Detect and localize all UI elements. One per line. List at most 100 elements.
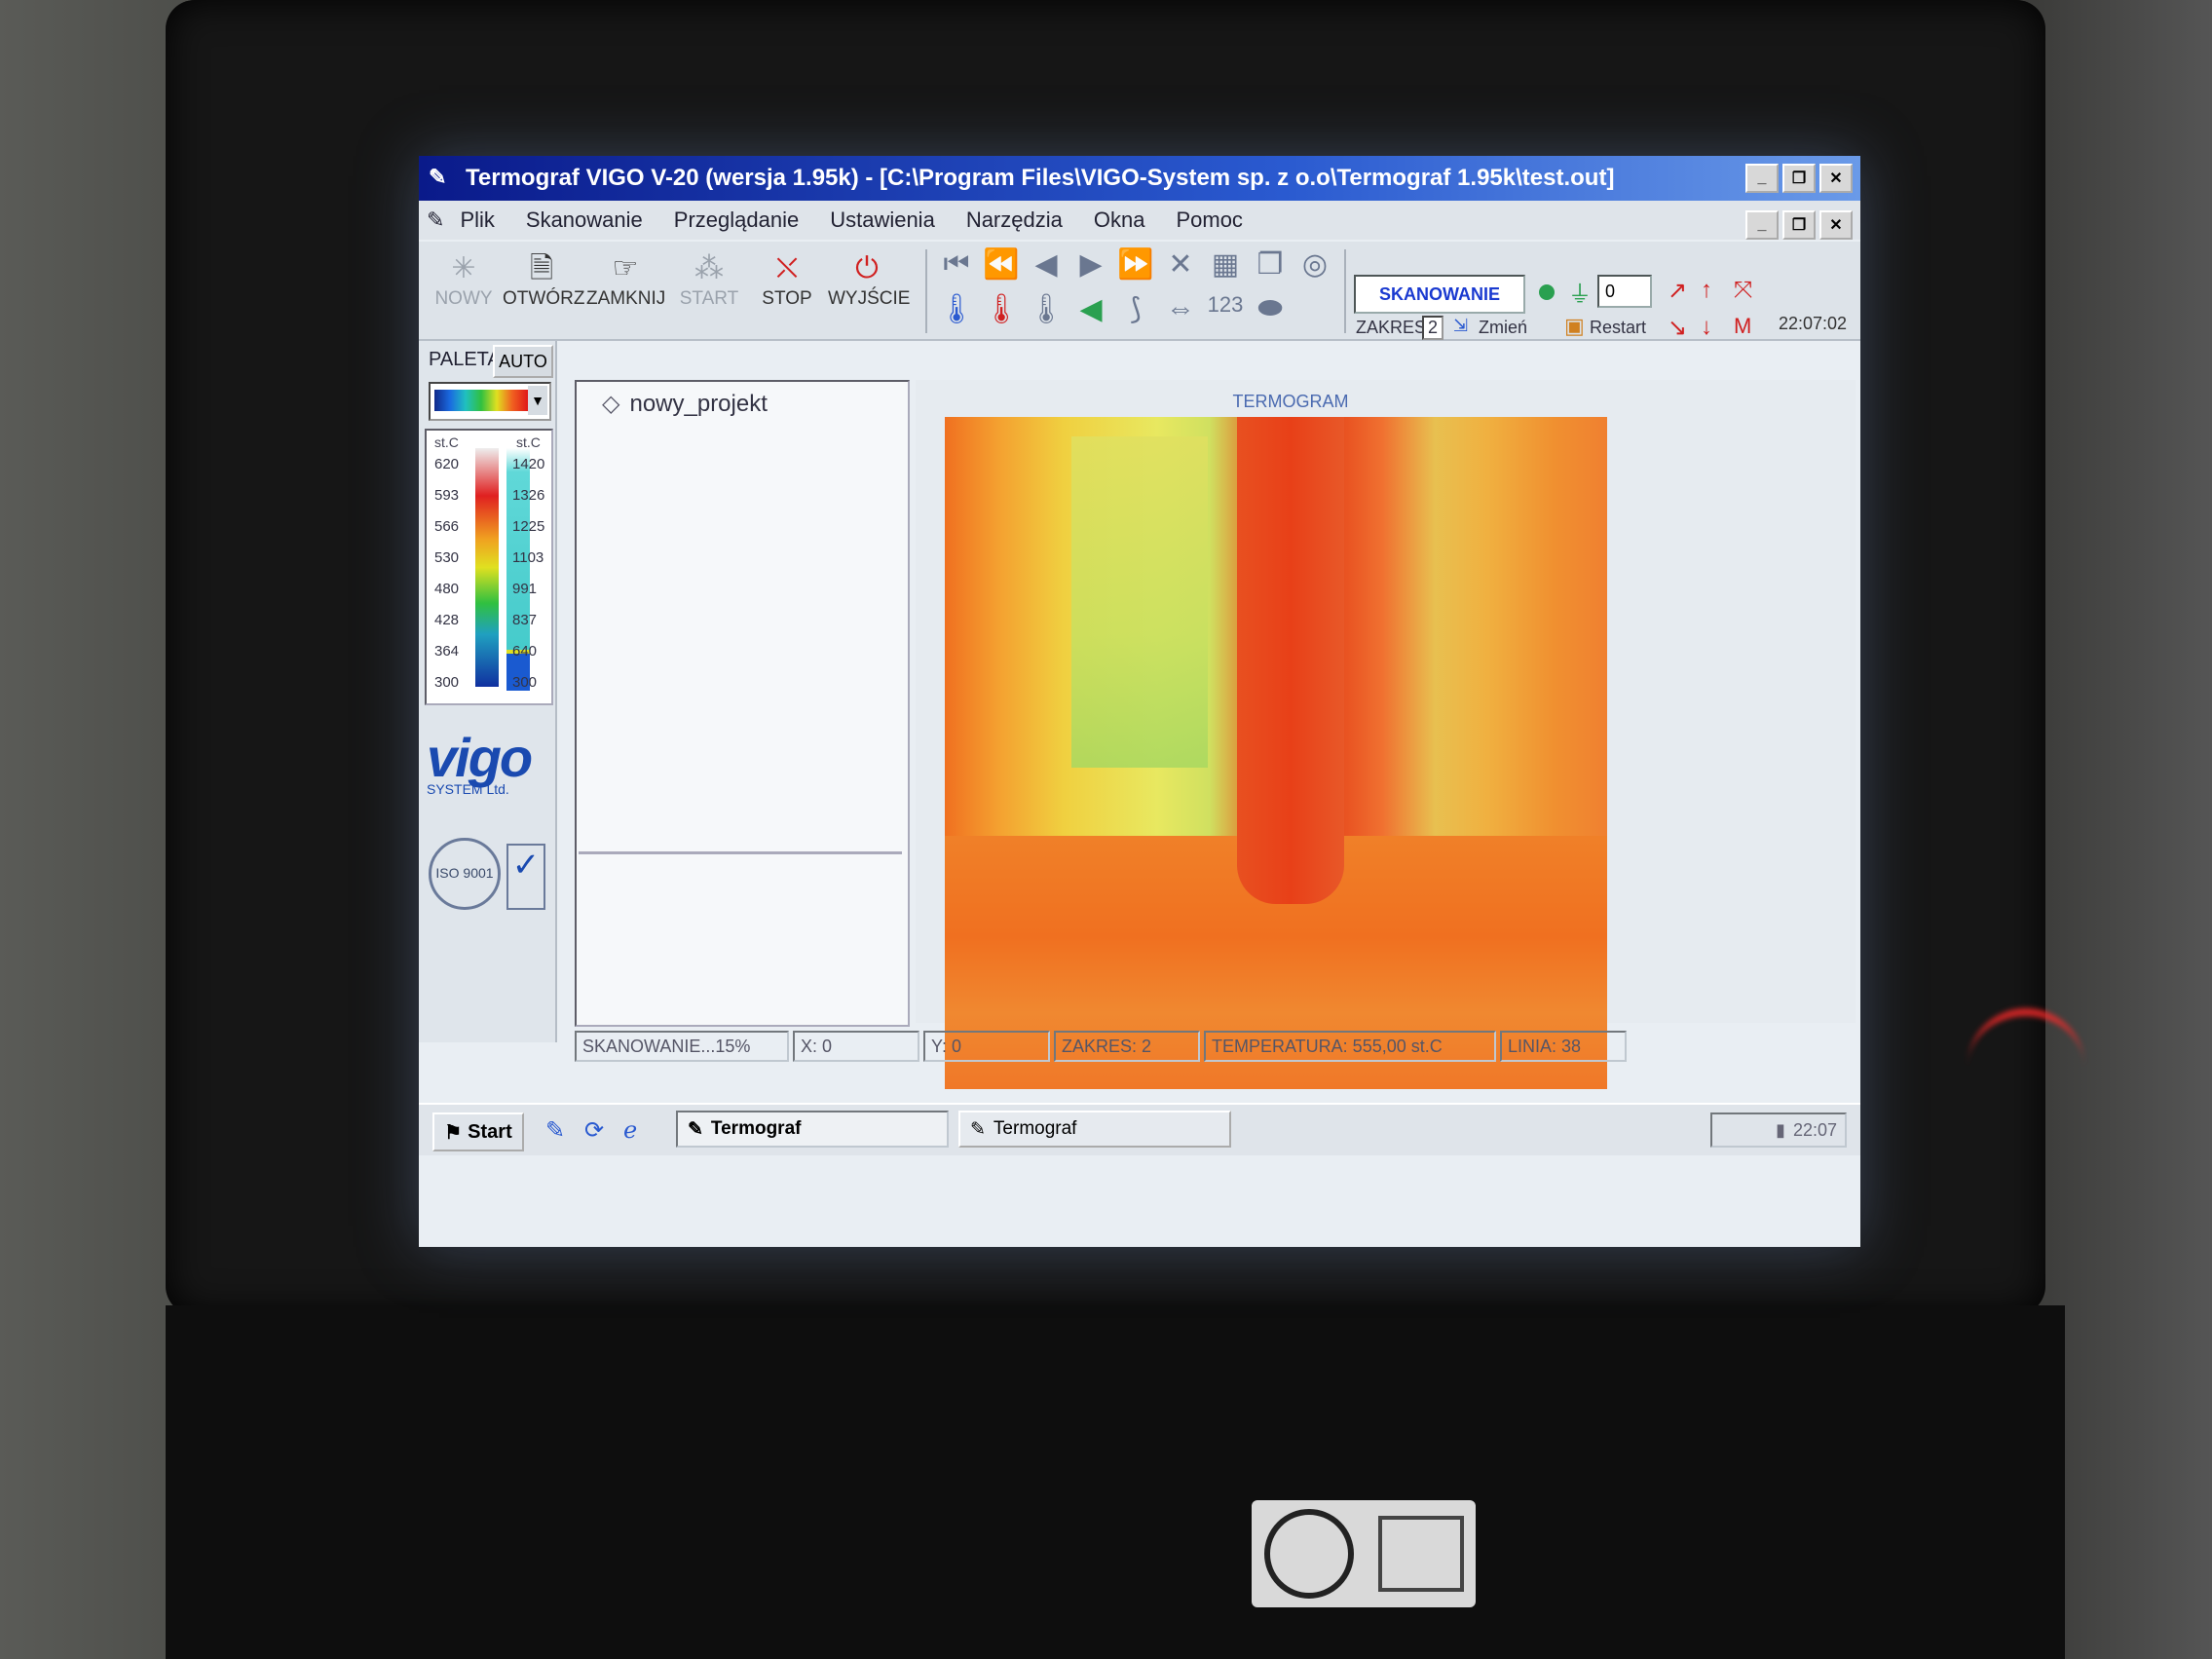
prev-icon[interactable]: ◀ [1025, 247, 1068, 282]
child-restore-button[interactable]: ❐ [1782, 210, 1816, 240]
temp-up-icon[interactable]: 🌡 [980, 292, 1023, 326]
laptop-sticker [1252, 1500, 1476, 1607]
menu-pomoc[interactable]: Pomoc [1176, 207, 1242, 233]
stop-button[interactable]: ⛌ STOP [748, 249, 826, 310]
zakres-label: ZAKRES [1356, 318, 1427, 337]
child-minimize-button[interactable]: _ [1745, 210, 1779, 240]
channels-icon[interactable]: ⟳ [584, 1116, 604, 1145]
menu-plik[interactable]: Plik [460, 207, 494, 233]
restart-button[interactable]: Restart [1590, 318, 1646, 338]
sticker-logo-icon [1263, 1509, 1354, 1599]
arrow-left-green-icon[interactable]: ◀ [1069, 292, 1112, 326]
toolbar-separator [1344, 249, 1346, 333]
title-bar[interactable]: ✎ Termograf VIGO V-20 (wersja 1.95k) - [… [419, 156, 1860, 201]
thermogram-image[interactable] [945, 417, 1607, 1089]
scale-unit-left: st.C [434, 434, 459, 450]
scan-status-box: SKANOWANIE [1354, 275, 1525, 314]
marker-m-icon[interactable]: M [1734, 314, 1751, 339]
project-tree: ◇ nowy_projekt [575, 380, 910, 1027]
child-close-button[interactable]: ✕ [1819, 210, 1853, 240]
maximize-button[interactable]: ❐ [1782, 164, 1816, 193]
zakres-value[interactable]: 2 [1422, 316, 1444, 340]
status-y: Y: 0 [923, 1031, 1050, 1062]
scale-left-value: 593 [434, 487, 460, 504]
close-file-button[interactable]: ☞ ZAMKNIJ [586, 249, 665, 310]
minimize-button[interactable]: _ [1745, 164, 1779, 193]
change-range-button[interactable]: Zmień [1479, 318, 1527, 338]
delete-icon[interactable]: ✕ [1159, 247, 1202, 282]
start-scan-label: START [679, 288, 739, 309]
task-termograf-2[interactable]: ✎ Termograf [958, 1111, 1231, 1148]
rewind-icon[interactable]: ⏪ [980, 247, 1023, 282]
first-frame-icon[interactable]: ⏮ [935, 247, 978, 281]
camera-icon[interactable]: ⬬ [1249, 292, 1292, 325]
temp-down-icon[interactable]: 🌡 [935, 292, 978, 326]
temp-range-icon[interactable]: 🌡 [1025, 292, 1068, 326]
project-icon: ◇ [602, 391, 620, 417]
ie-icon[interactable]: ℯ [623, 1116, 637, 1145]
new-button[interactable]: ✳ NOWY [425, 249, 503, 310]
tray-icon[interactable]: ▮ [1776, 1120, 1785, 1141]
copy-icon[interactable]: ❐ [1249, 247, 1292, 282]
stop-label: STOP [762, 288, 812, 309]
close-button[interactable]: ✕ [1819, 164, 1853, 193]
open-button[interactable]: 🗎 OTWÓRZ [503, 249, 584, 310]
arrow-down-icon[interactable]: ↓ [1701, 314, 1712, 341]
menu-przegladanie[interactable]: Przeglądanie [674, 207, 799, 233]
grid-icon[interactable]: ▦ [1204, 247, 1247, 282]
profile-icon[interactable]: ⟆ [1114, 292, 1157, 326]
numbers-icon[interactable]: 123 [1204, 292, 1247, 318]
arrow-up-icon[interactable]: ↑ [1701, 277, 1712, 304]
menu-okna[interactable]: Okna [1094, 207, 1145, 233]
document-icon[interactable]: ✎ [427, 207, 444, 233]
resize-icon[interactable]: ⇔ [1159, 292, 1202, 325]
scale-right-value: 1103 [512, 549, 544, 566]
menu-narzedzia[interactable]: Narzędzia [966, 207, 1063, 233]
status-zakres: ZAKRES: 2 [1054, 1031, 1200, 1062]
restart-icon: ▣ [1564, 314, 1585, 338]
termograf-icon: ✎ [688, 1118, 703, 1140]
chevron-down-icon[interactable]: ▼ [528, 386, 547, 415]
level-icon[interactable]: ⏚ [1568, 275, 1592, 309]
scale-left-value: 364 [434, 643, 460, 660]
scale-right-value: 1420 [512, 456, 545, 472]
menu-ustawienia[interactable]: Ustawienia [830, 207, 935, 233]
palette-preview [434, 390, 528, 411]
status-x: X: 0 [793, 1031, 919, 1062]
system-tray: ▮ 22:07 [1710, 1112, 1847, 1148]
status-bar: SKANOWANIE...15% X: 0 Y: 0 ZAKRES: 2 TEM… [575, 1031, 1856, 1062]
next-icon[interactable]: ▶ [1069, 247, 1112, 282]
status-scan: SKANOWANIE...15% [575, 1031, 789, 1062]
forward-icon[interactable]: ⏩ [1114, 247, 1157, 282]
color-scale: st.C st.C 620 593 566 530 480 428 364 30… [425, 429, 553, 705]
expand-icon[interactable]: ⤧ [1734, 277, 1752, 304]
palette-panel: PALETA: AUTO ▼ st.C st.C 620 593 566 530… [419, 341, 557, 1042]
window-title: Termograf VIGO V-20 (wersja 1.95k) - [C:… [466, 165, 1615, 191]
exit-button[interactable]: ⏻ WYJŚCIE [828, 249, 910, 310]
trend-down-icon[interactable]: ↘ [1668, 314, 1687, 342]
taskbar: ⚑ Start ✎ ⟳ ℯ ✎ Termograf ✎ Termograf ▮ 22:0… [419, 1103, 1860, 1155]
stop-icon: ⛌ [775, 252, 799, 284]
counter-field[interactable]: 0 [1597, 275, 1652, 308]
start-button[interactable]: ⚑ Start [432, 1112, 524, 1151]
scale-left-value: 428 [434, 612, 460, 628]
menu-skanowanie[interactable]: Skanowanie [526, 207, 643, 233]
project-details-pane [579, 851, 902, 1020]
auto-button[interactable]: AUTO [493, 345, 553, 378]
trend-up-icon[interactable]: ↗ [1668, 277, 1687, 305]
start-scan-button[interactable]: ⁂ START [670, 249, 748, 310]
task-termograf-1[interactable]: ✎ Termograf [676, 1111, 949, 1148]
tree-item-project[interactable]: ◇ nowy_projekt [602, 390, 768, 418]
task2-label: Termograf [993, 1118, 1077, 1139]
desktop-icon[interactable]: ✎ [545, 1116, 565, 1145]
start-scan-icon: ⁂ [694, 252, 724, 284]
menu-bar: ✎ Plik Skanowanie Przeglądanie Ustawieni… [419, 201, 1860, 240]
task1-label: Termograf [710, 1118, 802, 1139]
checkmark-icon: ✓ [506, 844, 545, 910]
scale-right-value: 1326 [512, 487, 545, 504]
exit-icon: ⏻ [855, 252, 879, 284]
windows-logo-icon [1377, 1516, 1464, 1592]
target-icon[interactable]: ◎ [1293, 247, 1336, 282]
palette-select[interactable]: ▼ [429, 382, 551, 421]
scale-left-value: 620 [434, 456, 460, 472]
